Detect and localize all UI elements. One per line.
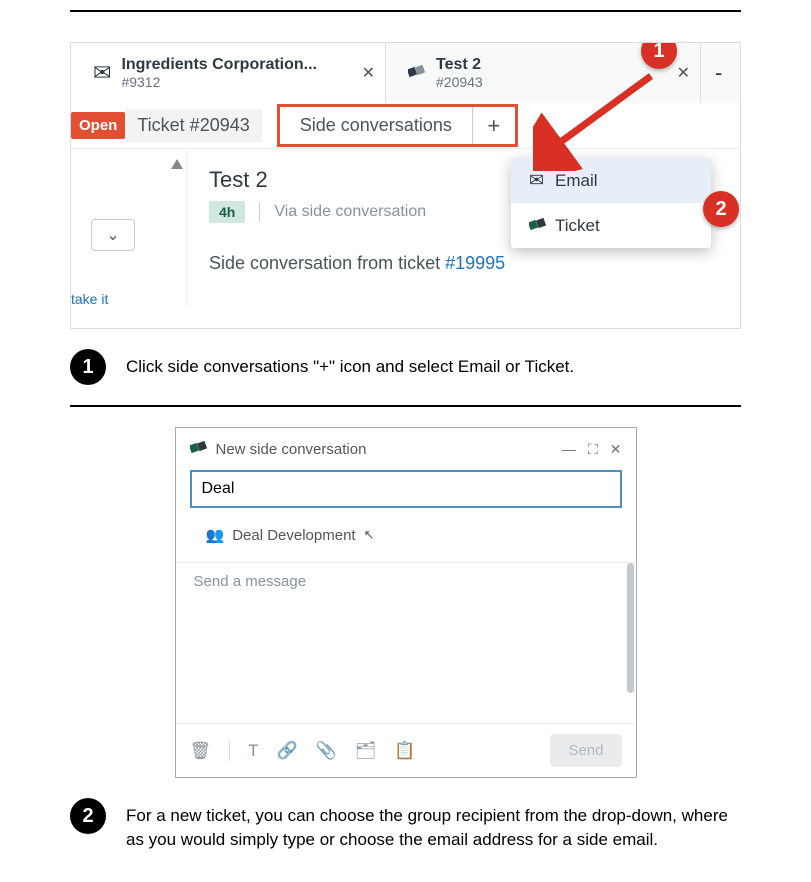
recipient-input[interactable] bbox=[192, 472, 620, 506]
chevron-down-button[interactable]: ⌄ bbox=[91, 219, 135, 251]
template-icon[interactable]: 🗂 bbox=[355, 741, 377, 761]
send-button[interactable]: Send bbox=[550, 734, 621, 767]
from-prefix: Side conversation from ticket bbox=[209, 253, 445, 273]
add-side-conv-button[interactable]: + bbox=[473, 113, 515, 139]
status-badge: Open bbox=[71, 112, 125, 139]
close-icon[interactable]: ✕ bbox=[362, 63, 375, 83]
ticket-icon bbox=[529, 215, 555, 236]
side-conv-dropdown: ✉ Email Ticket bbox=[511, 158, 711, 248]
suggestion-label: Deal Development bbox=[232, 527, 355, 544]
step-text: For a new ticket, you can choose the gro… bbox=[126, 798, 741, 852]
ticket-label: Ticket #20943 bbox=[125, 109, 261, 142]
step-1: 1 Click side conversations "+" icon and … bbox=[70, 349, 741, 385]
side-conversations-label[interactable]: Side conversations bbox=[280, 107, 473, 144]
divider-mid bbox=[70, 405, 741, 407]
from-line: Side conversation from ticket #19995 bbox=[209, 253, 718, 274]
trash-icon[interactable]: 🗑 bbox=[190, 741, 212, 761]
scroll-up-icon[interactable] bbox=[171, 159, 183, 169]
side-conversations-group: Side conversations + bbox=[277, 104, 518, 147]
message-placeholder: Send a message bbox=[194, 573, 307, 590]
step-number: 2 bbox=[70, 798, 106, 834]
dropdown-ticket-label: Ticket bbox=[555, 216, 600, 236]
compose-toolbar: 🗑 T 🔗 📎 🗂 📋 Send bbox=[176, 723, 636, 777]
clipboard-icon[interactable]: 📋 bbox=[394, 741, 415, 761]
overflow-dash: - bbox=[701, 60, 736, 86]
cursor-icon: ↖ bbox=[364, 527, 375, 543]
tab-number: #9312 bbox=[121, 74, 317, 90]
suggestion-item[interactable]: 👥 Deal Development ↖ bbox=[190, 514, 622, 556]
mail-icon: ✉ bbox=[93, 60, 111, 86]
tab-title: Ingredients Corporation... bbox=[121, 56, 317, 74]
ticket-icon bbox=[408, 64, 426, 83]
close-icon[interactable]: ✕ bbox=[610, 441, 622, 458]
step-text: Click side conversations "+" icon and se… bbox=[126, 349, 574, 379]
message-area[interactable]: Send a message bbox=[176, 562, 636, 723]
callout-2: 2 bbox=[703, 191, 739, 227]
mail-icon: ✉ bbox=[529, 170, 555, 191]
attach-icon[interactable]: 📎 bbox=[316, 741, 337, 761]
close-icon[interactable]: ✕ bbox=[677, 63, 690, 83]
dropdown-ticket[interactable]: Ticket bbox=[511, 203, 711, 248]
time-badge: 4h bbox=[209, 201, 245, 223]
text-format-icon[interactable]: T bbox=[248, 741, 258, 761]
recipient-input-wrap bbox=[190, 470, 622, 508]
via-text: Via side conversation bbox=[259, 203, 426, 221]
screenshot-1: ✉ Ingredients Corporation... #9312 ✕ Tes… bbox=[70, 42, 741, 329]
left-rail: ⌄ take it bbox=[71, 149, 187, 307]
expand-icon[interactable]: ⛶ bbox=[588, 441, 598, 458]
ticket-link[interactable]: #19995 bbox=[445, 253, 505, 273]
nsc-header: New side conversation — ⛶ ✕ bbox=[176, 428, 636, 470]
minimize-icon[interactable]: — bbox=[562, 441, 576, 457]
ticket-icon bbox=[190, 440, 208, 458]
scrollbar[interactable] bbox=[627, 563, 634, 693]
annotation-arrow bbox=[533, 61, 663, 171]
nsc-title: New side conversation bbox=[216, 441, 550, 458]
tab-title: Test 2 bbox=[436, 56, 483, 74]
dropdown-email-label: Email bbox=[555, 171, 598, 191]
step-2: 2 For a new ticket, you can choose the g… bbox=[70, 798, 741, 852]
step-number: 1 bbox=[70, 349, 106, 385]
tab-number: #20943 bbox=[436, 74, 483, 90]
screenshot-2: New side conversation — ⛶ ✕ 👥 Deal Devel… bbox=[175, 427, 637, 778]
tab-ingredients[interactable]: ✉ Ingredients Corporation... #9312 ✕ bbox=[71, 43, 386, 103]
take-it-link[interactable]: take it bbox=[71, 291, 186, 307]
separator bbox=[229, 741, 230, 761]
group-icon: 👥 bbox=[206, 526, 225, 544]
link-icon[interactable]: 🔗 bbox=[276, 741, 297, 761]
divider-top bbox=[70, 10, 741, 12]
